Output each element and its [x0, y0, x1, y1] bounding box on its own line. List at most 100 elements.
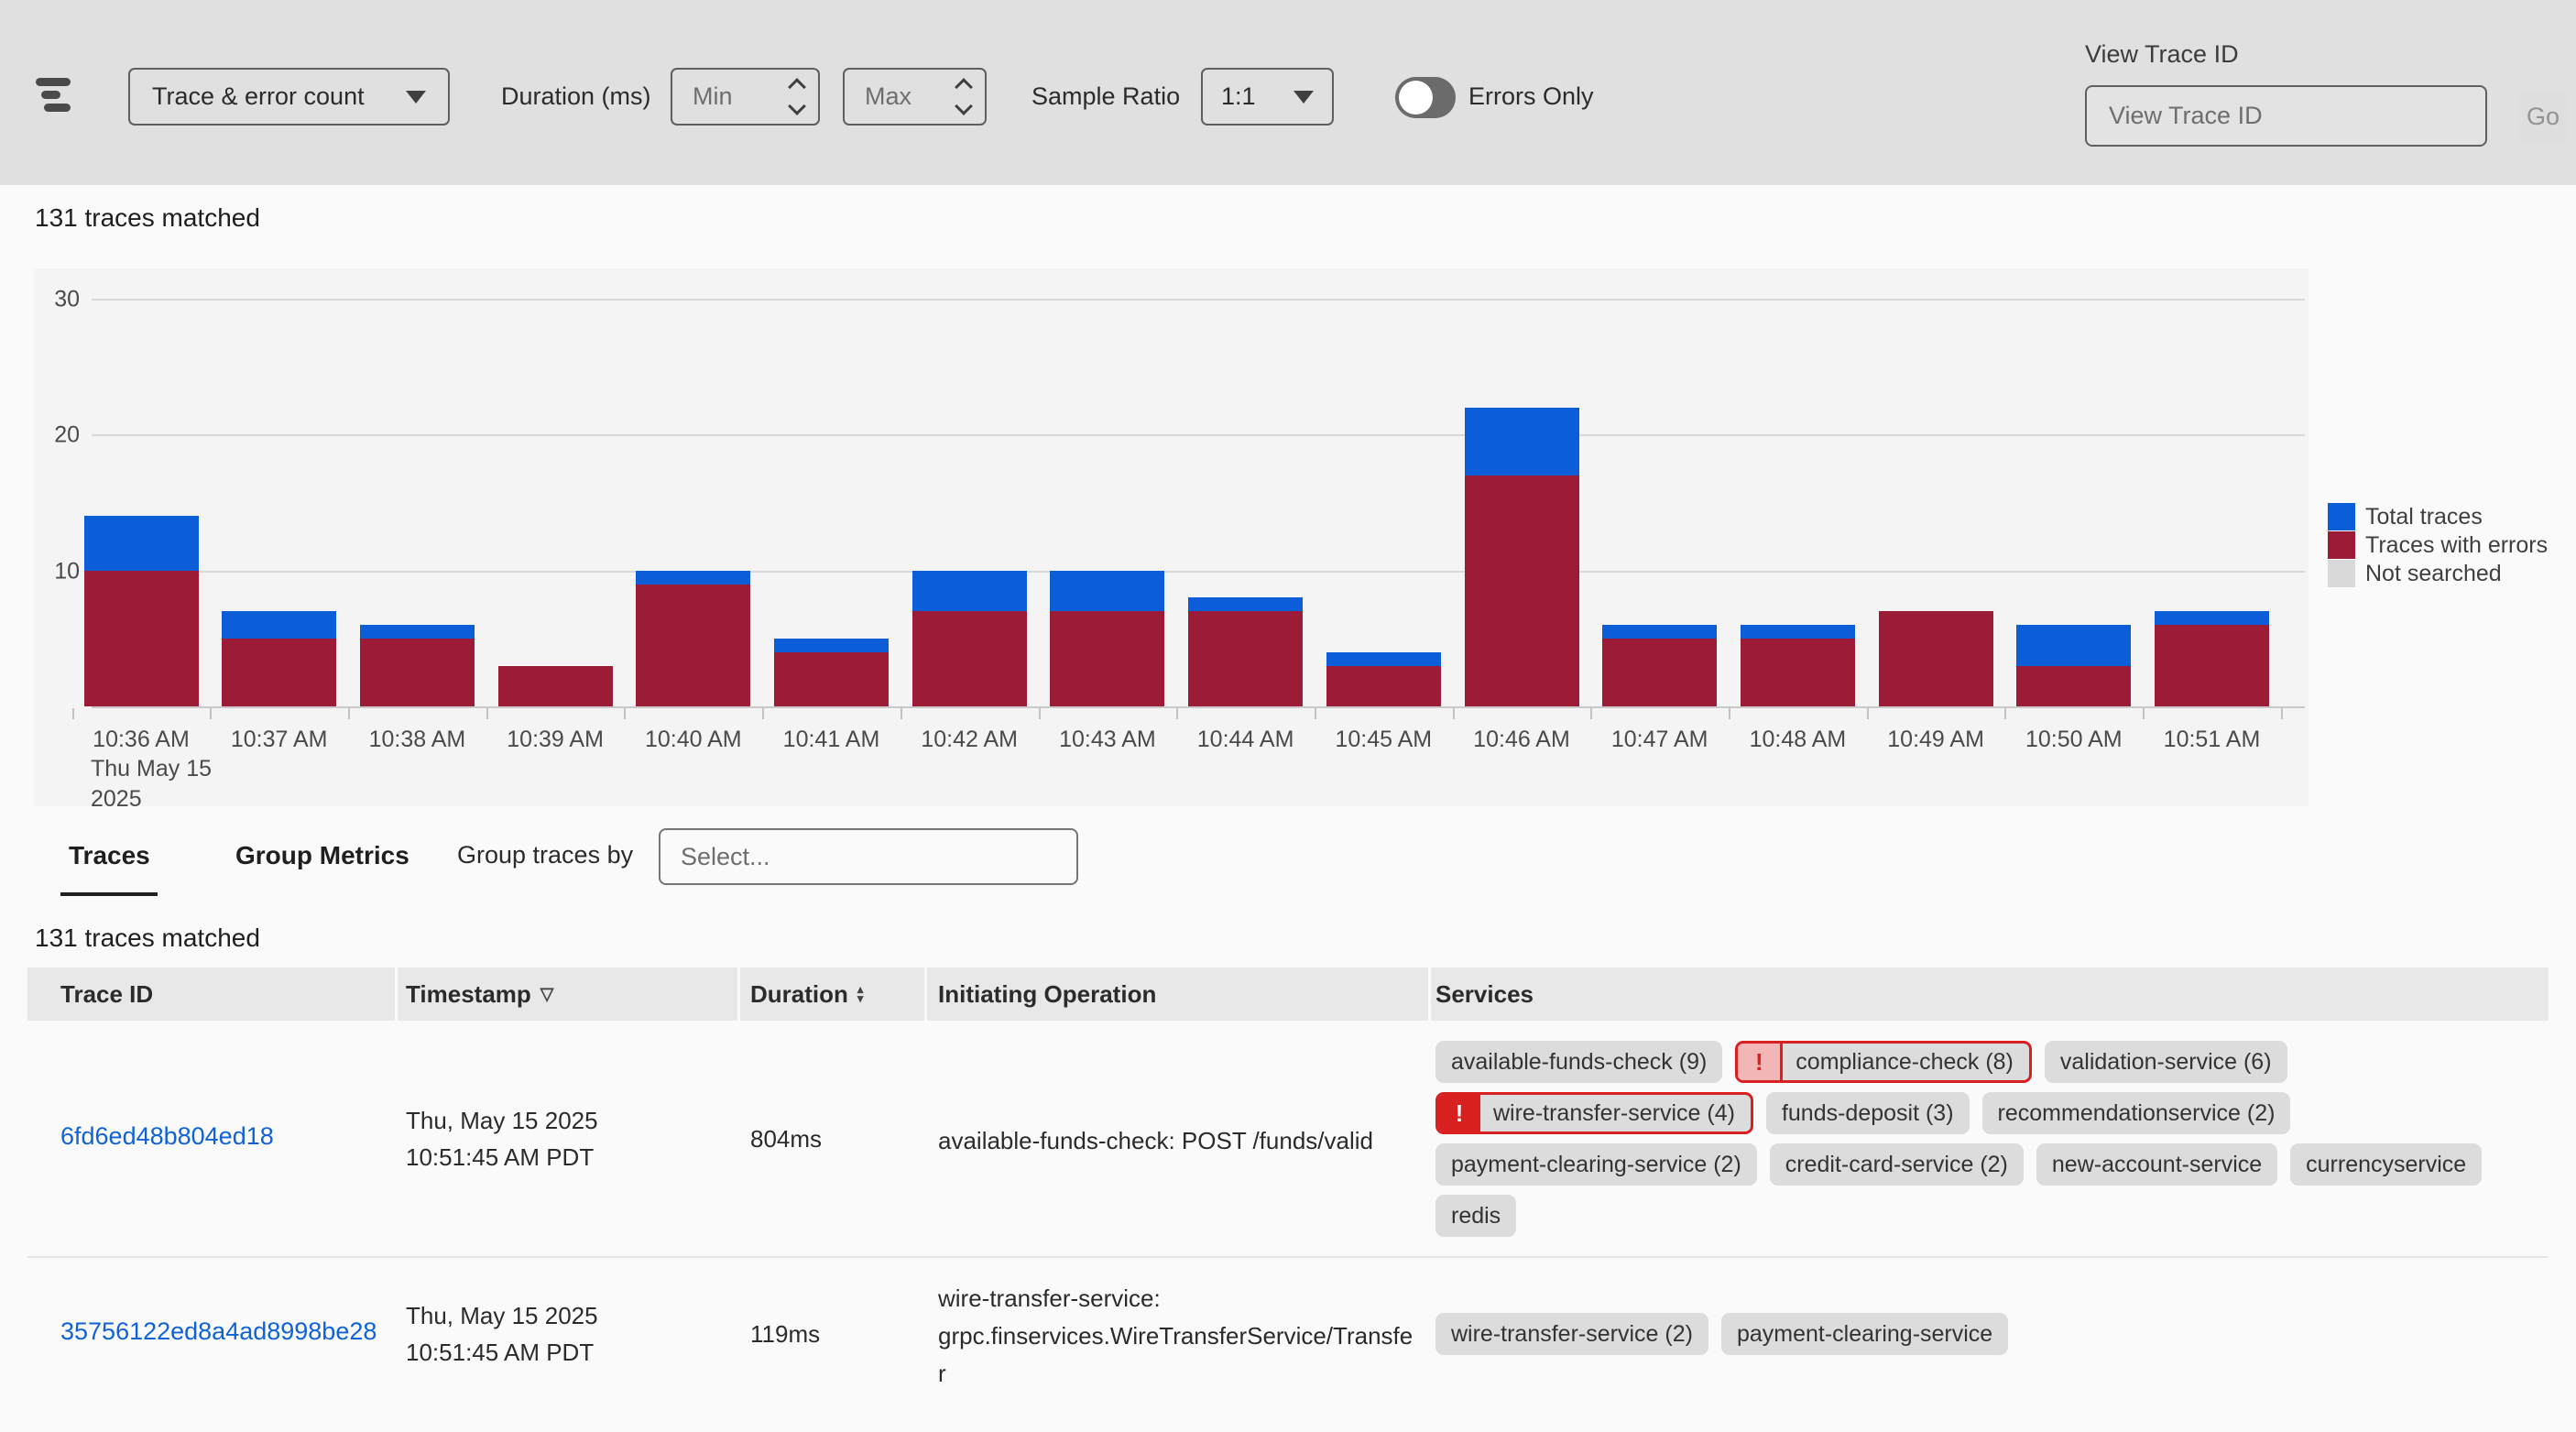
service-chip-label: funds-deposit (3) — [1766, 1100, 1970, 1127]
x-axis-tick-label: 10:39 AM — [507, 727, 604, 753]
x-axis-tick — [210, 708, 212, 719]
y-axis-tick-label: 20 — [34, 422, 80, 449]
y-axis-tick-label: 30 — [34, 287, 80, 313]
tab-traces[interactable]: Traces — [69, 841, 150, 870]
timestamp-date: Thu, May 15 2025 — [406, 1297, 598, 1334]
duration-cell: 119ms — [750, 1320, 820, 1349]
service-chip[interactable]: available-funds-check (9) — [1435, 1041, 1722, 1083]
timestamp-cell: Thu, May 15 202510:51:45 AM PDT — [406, 1102, 598, 1175]
go-button[interactable]: Go — [2518, 91, 2568, 143]
duration-min-placeholder: Min — [693, 82, 733, 111]
service-chip[interactable]: !wire-transfer-service (4) — [1435, 1092, 1753, 1134]
timestamp-time: 10:51:45 AM PDT — [406, 1334, 598, 1371]
service-chip[interactable]: !compliance-check (8) — [1735, 1041, 2032, 1083]
chevron-down-icon — [1293, 91, 1314, 104]
filter-menu-icon[interactable] — [36, 78, 72, 113]
x-axis-tick — [2004, 708, 2006, 719]
duration-cell: 804ms — [750, 1125, 822, 1153]
service-chip[interactable]: currencyservice — [2290, 1143, 2482, 1186]
trace-id-link[interactable]: 35756122ed8a4ad8998be28 — [60, 1317, 377, 1345]
service-chip[interactable]: wire-transfer-service (2) — [1435, 1313, 1708, 1355]
timestamp-cell: Thu, May 15 202510:51:45 AM PDT — [406, 1297, 598, 1371]
service-chip[interactable]: new-account-service — [2036, 1143, 2277, 1186]
error-traces-segment — [636, 585, 750, 706]
service-chip[interactable]: validation-service (6) — [2045, 1041, 2287, 1083]
timestamp-date: Thu, May 15 2025 — [406, 1102, 598, 1139]
services-cell: wire-transfer-service (2) payment-clearin… — [1435, 1313, 2555, 1355]
x-axis-tick-label: 10:48 AM — [1750, 727, 1847, 753]
sample-ratio-select[interactable]: 1:1 — [1201, 68, 1334, 126]
x-axis-tick — [1039, 708, 1041, 719]
row-divider — [27, 1256, 2549, 1258]
view-trace-id-input[interactable]: View Trace ID — [2085, 85, 2487, 147]
group-traces-by-label: Group traces by — [457, 841, 633, 869]
tab-group-metrics[interactable]: Group Metrics — [235, 841, 409, 870]
duration-max-input[interactable]: Max — [843, 68, 987, 126]
x-axis-tick — [624, 708, 626, 719]
service-chip-label: redis — [1435, 1203, 1516, 1230]
legend-label: Not searched — [2365, 561, 2502, 587]
trace-count-chart: 10203010:36 AMThu May 15202510:37 AM10:3… — [34, 268, 2309, 806]
gridline — [92, 571, 2305, 573]
services-cell: available-funds-check (9) !compliance-che… — [1435, 1041, 2555, 1237]
sample-ratio-value: 1:1 — [1221, 82, 1256, 111]
x-axis-tick — [72, 708, 74, 719]
legend-item: Total traces — [2328, 503, 2548, 530]
trace-table-header: Trace IDTimestamp▽Duration▴▾Initiating O… — [27, 967, 2549, 1021]
trace-id-cell: 35756122ed8a4ad8998be28 — [60, 1317, 377, 1346]
service-chip[interactable]: payment-clearing-service — [1721, 1313, 2008, 1355]
x-axis-line — [92, 706, 2305, 708]
trace-id-link[interactable]: 6fd6ed48b804ed18 — [60, 1122, 274, 1150]
errors-only-toggle[interactable] — [1395, 77, 1456, 118]
error-traces-segment — [222, 639, 336, 706]
x-axis-tick-label: 10:38 AM — [369, 727, 466, 753]
group-traces-by-select[interactable]: Select... — [659, 828, 1078, 885]
x-axis-tick — [1453, 708, 1455, 719]
trace-id-cell: 6fd6ed48b804ed18 — [60, 1122, 274, 1151]
x-axis-date-label: Thu May 15 — [91, 756, 212, 782]
column-header-timestamp[interactable]: Timestamp▽ — [406, 967, 553, 1021]
duration-max-placeholder: Max — [865, 82, 911, 111]
column-header-services: Services — [1435, 967, 1534, 1021]
duration-min-input[interactable]: Min — [671, 68, 820, 126]
service-chip-label: payment-clearing-service (2) — [1435, 1152, 1757, 1178]
service-chip[interactable]: redis — [1435, 1195, 1516, 1237]
y-axis-tick-label: 10 — [34, 558, 80, 585]
error-traces-segment — [1050, 611, 1164, 706]
x-axis-tick — [1867, 708, 1869, 719]
view-trace-id-label: View Trace ID — [2085, 40, 2239, 71]
stepper-arrows-icon[interactable] — [957, 81, 970, 113]
x-axis-tick — [1590, 708, 1592, 719]
service-chip-label: compliance-check (8) — [1783, 1049, 2029, 1076]
x-axis-tick-label: 10:49 AM — [1887, 727, 1984, 753]
service-chip[interactable]: credit-card-service (2) — [1770, 1143, 2024, 1186]
service-chip-label: new-account-service — [2036, 1152, 2277, 1178]
error-traces-segment — [2155, 625, 2269, 706]
x-axis-tick-label: 10:36 AM — [93, 727, 190, 753]
stepper-arrows-icon[interactable] — [791, 81, 803, 113]
gridline — [92, 434, 2305, 436]
service-chip[interactable]: funds-deposit (3) — [1766, 1092, 1970, 1134]
x-axis-tick — [1315, 708, 1316, 719]
service-chip[interactable]: recommendationservice (2) — [1982, 1092, 2291, 1134]
column-header-duration[interactable]: Duration▴▾ — [750, 967, 863, 1021]
service-chip-label: recommendationservice (2) — [1982, 1100, 2291, 1127]
column-divider — [737, 967, 740, 1021]
toolbar: Trace & error count Duration (ms) Min Ma… — [0, 0, 2576, 185]
traces-matched-summary: 131 traces matched — [35, 203, 260, 233]
duration-label: Duration (ms) — [501, 68, 651, 126]
table-row: 35756122ed8a4ad8998be28Thu, May 15 20251… — [27, 1258, 2576, 1432]
service-chip[interactable]: payment-clearing-service (2) — [1435, 1143, 1757, 1186]
error-traces-segment — [2016, 666, 2131, 706]
metric-select[interactable]: Trace & error count — [128, 68, 450, 126]
error-traces-segment — [1326, 666, 1441, 706]
error-traces-segment — [774, 652, 889, 706]
x-axis-tick-label: 10:42 AM — [921, 727, 1018, 753]
chevron-down-icon — [406, 91, 426, 104]
x-axis-tick-label: 10:51 AM — [2164, 727, 2261, 753]
initiating-operation-cell: wire-transfer-service: grpc.finservices.… — [938, 1280, 1414, 1393]
initiating-operation-cell: available-funds-check: POST /funds/valid — [938, 1122, 1414, 1160]
service-chip-label: validation-service (6) — [2045, 1049, 2287, 1076]
legend-swatch-icon — [2328, 531, 2355, 559]
x-axis-tick — [901, 708, 902, 719]
